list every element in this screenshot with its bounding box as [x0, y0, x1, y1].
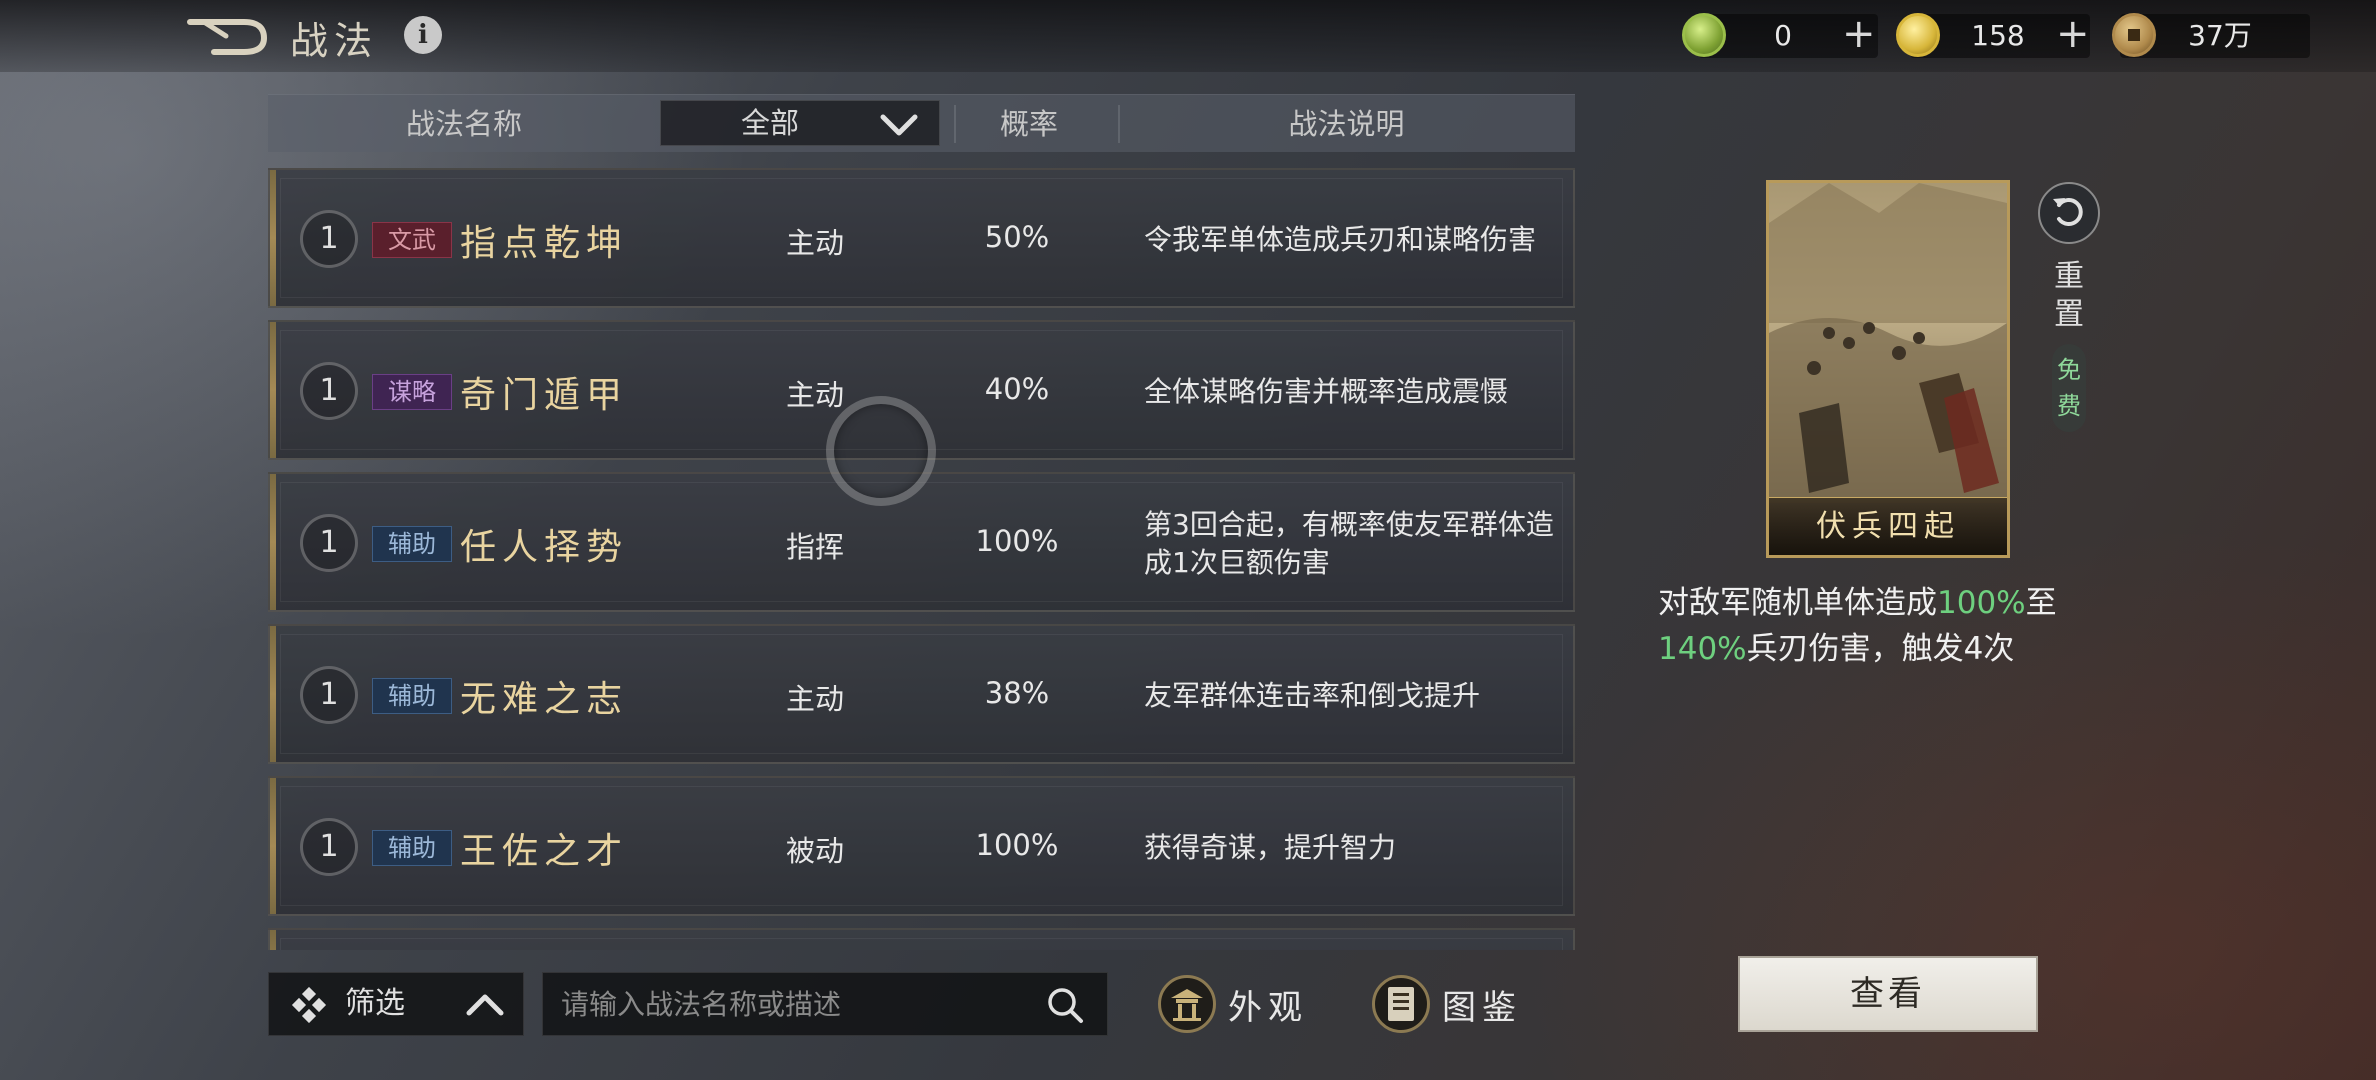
chevron-down-icon — [879, 107, 919, 145]
view-button[interactable]: 查看 — [1738, 956, 2038, 1032]
skill-name: 任人择势 — [460, 527, 629, 568]
skill-level-badge: 1 — [300, 362, 358, 420]
skill-name: 指点乾坤 — [460, 223, 629, 264]
column-header-desc: 战法说明 — [1288, 107, 1405, 141]
skill-description: 友军群体连击率和倒戈提升 — [1144, 679, 1481, 712]
filter-label: 筛选 — [345, 986, 405, 1021]
skill-category-tag: 文武 — [372, 222, 452, 258]
skill-type: 主动 — [785, 682, 844, 716]
skill-description: 第3回合起，有概率使友军群体造成1次巨额伤害 — [1144, 508, 1554, 579]
codex-book-icon — [1372, 975, 1430, 1033]
skill-name: 无难之志 — [460, 679, 629, 720]
skill-row[interactable]: 1 辅助 无难之志 主动 38% 友军群体连击率和倒戈提升 — [268, 624, 1575, 764]
skill-card-image[interactable]: 伏兵四起 — [1766, 180, 2010, 558]
back-arrow-icon[interactable] — [186, 14, 268, 58]
search-input[interactable] — [561, 981, 1031, 1027]
skill-row[interactable]: 1 辅助 任人择势 指挥 100% 第3回合起，有概率使友军群体造成1次巨额伤害 — [268, 472, 1575, 612]
gold-coin-icon — [1896, 13, 1940, 57]
search-box — [542, 972, 1108, 1036]
reset-button[interactable] — [2038, 182, 2100, 244]
skill-category-tag: 辅助 — [372, 678, 452, 714]
skill-level-badge: 1 — [300, 666, 358, 724]
copper-coin-icon — [2112, 13, 2156, 57]
skill-category-tag: 谋略 — [372, 374, 452, 410]
skill-type: 主动 — [785, 226, 844, 260]
diamond-grid-icon — [291, 986, 327, 1027]
column-header-name[interactable]: 战法名称 — [268, 95, 660, 153]
appearance-label: 外观 — [1228, 987, 1308, 1028]
pavilion-icon — [1158, 975, 1216, 1033]
skill-row[interactable]: 1 辅助 王佐之才 被动 100% 获得奇谋，提升智力 — [268, 776, 1575, 916]
add-gold-button[interactable]: + — [2056, 12, 2090, 56]
codex-label: 图鉴 — [1442, 987, 1522, 1028]
skill-type: 指挥 — [785, 530, 844, 564]
reset-label[interactable]: 重置 — [2050, 258, 2088, 334]
skill-row-partial[interactable] — [268, 928, 1575, 950]
effect-text: 至 — [2025, 585, 2057, 621]
effect-max-value: 140% — [1658, 631, 1747, 667]
column-header-rate[interactable]: 概率 — [954, 95, 1104, 153]
skill-rate: 100% — [975, 524, 1059, 558]
codex-button[interactable]: 图鉴 — [1372, 970, 1522, 1038]
battle-scene-illustration — [1769, 183, 2007, 503]
page-title: 战法 — [290, 19, 379, 63]
skill-level-badge: 1 — [300, 514, 358, 572]
skill-description: 全体谋略伤害并概率造成震慑 — [1144, 375, 1509, 408]
skill-name: 王佐之才 — [460, 831, 629, 872]
skill-category-tag: 辅助 — [372, 830, 452, 866]
skill-name: 奇门遁甲 — [460, 375, 629, 416]
info-icon[interactable]: i — [404, 16, 442, 54]
skill-category-tag: 辅助 — [372, 526, 452, 562]
effect-text: 对敌军随机单体造成 — [1658, 585, 1937, 621]
undo-arrow-icon — [2049, 191, 2089, 235]
effect-min-value: 100% — [1937, 585, 2026, 621]
skill-rate: 38% — [984, 676, 1050, 710]
free-badge: 免费 — [2052, 344, 2086, 432]
skill-card-name: 伏兵四起 — [1769, 497, 2007, 555]
chevron-up-icon — [465, 987, 505, 1025]
filter-button[interactable]: 筛选 — [268, 972, 524, 1036]
skill-rate: 100% — [975, 828, 1059, 862]
appearance-button[interactable]: 外观 — [1158, 970, 1308, 1038]
skill-row[interactable]: 1 文武 指点乾坤 主动 50% 令我军单体造成兵刃和谋略伤害 — [268, 168, 1575, 308]
search-icon[interactable] — [1045, 985, 1085, 1029]
skill-type: 被动 — [785, 834, 844, 868]
currency-jade-value: 0 — [1774, 19, 1792, 52]
add-jade-button[interactable]: + — [1842, 12, 1876, 56]
currency-copper-value: 37万 — [2188, 19, 2252, 52]
skill-description: 令我军单体造成兵刃和谋略伤害 — [1144, 223, 1537, 256]
skill-effect-description: 对敌军随机单体造成100%至 140%兵刃伤害，触发4次 — [1658, 580, 2108, 672]
jade-coin-icon — [1682, 13, 1726, 57]
loading-ring-icon — [826, 396, 936, 506]
skill-description: 获得奇谋，提升智力 — [1144, 831, 1397, 864]
currency-gold-value: 158 — [1971, 19, 2025, 52]
skill-rate: 40% — [984, 372, 1050, 406]
skill-rate: 50% — [984, 220, 1050, 254]
type-filter-dropdown[interactable]: 全部 — [660, 100, 940, 146]
skill-level-badge: 1 — [300, 210, 358, 268]
skill-list[interactable]: 1 文武 指点乾坤 主动 50% 令我军单体造成兵刃和谋略伤害 1 谋略 奇门遁… — [268, 168, 1575, 950]
skill-level-badge: 1 — [300, 818, 358, 876]
dropdown-selected-value: 全部 — [741, 106, 800, 140]
effect-text: 兵刃伤害，触发4次 — [1746, 631, 2015, 667]
